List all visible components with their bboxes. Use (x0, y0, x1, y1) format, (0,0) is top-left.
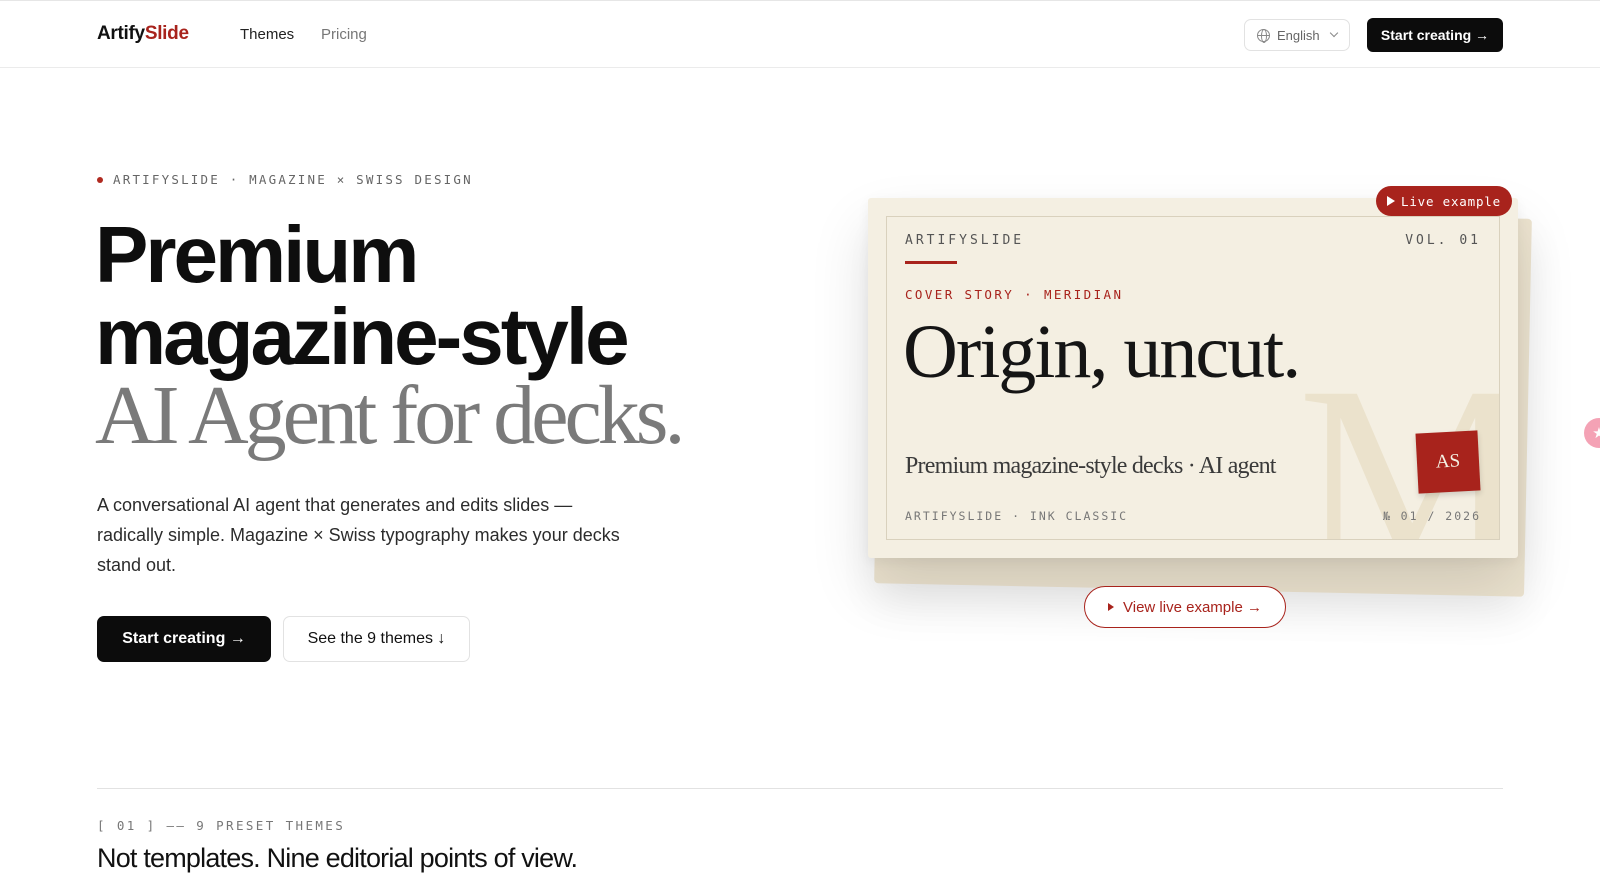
top-navigation: ArtifySlide Themes Pricing English Start… (0, 0, 1600, 68)
hero-headline-line-3: AI Agent for decks. (95, 369, 685, 462)
accent-dot (97, 176, 103, 183)
live-example-badge[interactable]: Live example (1376, 186, 1512, 216)
language-label: English (1277, 27, 1320, 43)
section-label: [ 01 ] —— 9 PRESET THEMES (97, 818, 346, 833)
magazine-preview-card[interactable]: M ARTIFYSLIDE VOL. 01 COVER STORY · MERI… (868, 198, 1518, 558)
hero-eyebrow: ARTIFYSLIDE · MAGAZINE × SWISS DESIGN (97, 172, 473, 187)
logo-text-primary: Artify (97, 23, 145, 44)
card-frame: M ARTIFYSLIDE VOL. 01 COVER STORY · MERI… (886, 216, 1500, 540)
see-themes-button[interactable]: See the 9 themes ↓ (283, 616, 470, 662)
card-accent-rule (905, 261, 957, 264)
hero-headline-line-2: magazine-style (95, 292, 630, 381)
hero-eyebrow-text: ARTIFYSLIDE · MAGAZINE × SWISS DESIGN (113, 172, 473, 187)
view-live-example-button[interactable]: View live example → (1084, 586, 1286, 628)
hero-lead-paragraph: A conversational AI agent that generates… (97, 495, 620, 575)
card-brand: ARTIFYSLIDE (905, 233, 1025, 248)
logo-text-accent: Slide (144, 23, 189, 44)
floating-widget-icon[interactable]: ★ (1584, 418, 1600, 448)
card-footer-right: № 01 / 2026 (1382, 509, 1481, 523)
card-volume: VOL. 01 (1405, 233, 1481, 248)
hero-start-creating-button[interactable]: Start creating → (97, 616, 271, 662)
card-title: Origin, uncut. (903, 310, 1301, 394)
view-live-example-label: View live example → (1123, 598, 1262, 616)
live-example-label: Live example (1401, 193, 1501, 209)
section-title: Not templates. Nine editorial points of … (97, 843, 578, 873)
card-stamp: AS (1415, 430, 1481, 494)
nav-link-pricing[interactable]: Pricing (321, 26, 367, 43)
hero-headline-line-1: Premium (95, 210, 419, 299)
nav-start-creating-button[interactable]: Start creating → (1367, 18, 1503, 52)
globe-icon (1257, 28, 1270, 43)
language-selector[interactable]: English (1244, 19, 1350, 51)
section-divider (97, 788, 1503, 789)
play-icon (1108, 603, 1115, 611)
logo[interactable]: ArtifySlide (97, 23, 189, 45)
card-subtitle: Premium magazine-style decks · AI agent (905, 453, 1276, 479)
card-footer-left: ARTIFYSLIDE · INK CLASSIC (905, 509, 1129, 523)
nav-link-themes[interactable]: Themes (240, 26, 294, 43)
card-kicker: COVER STORY · MERIDIAN (905, 287, 1124, 302)
play-icon (1387, 196, 1396, 206)
chevron-down-icon (1329, 28, 1338, 38)
